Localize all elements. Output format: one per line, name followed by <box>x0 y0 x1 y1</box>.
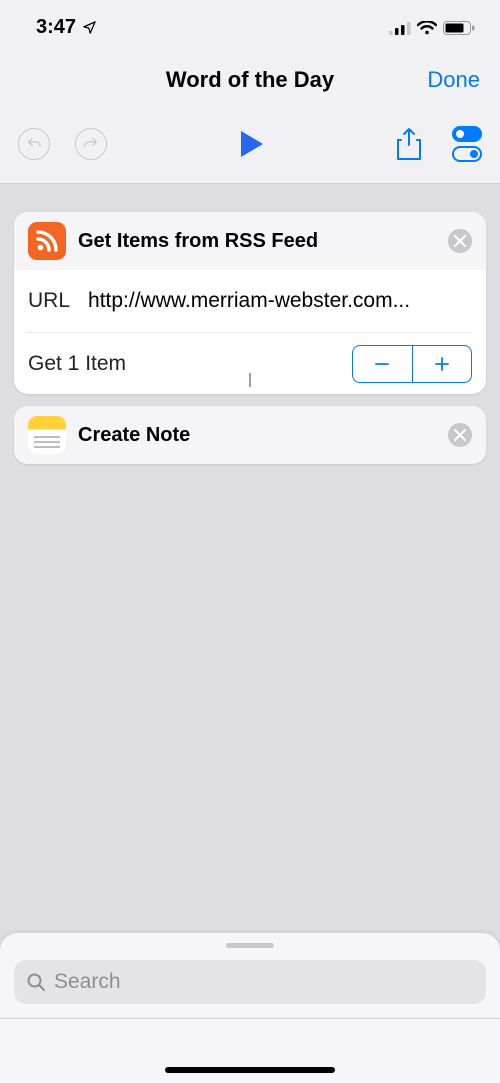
navigation-header: Word of the Day Done <box>0 55 500 105</box>
done-button[interactable]: Done <box>427 67 480 93</box>
item-count-stepper <box>352 345 472 383</box>
search-placeholder: Search <box>54 970 121 994</box>
action-rss-card[interactable]: Get Items from RSS Feed URL http://www.m… <box>14 212 486 394</box>
action-create-note-header: Create Note <box>14 406 486 464</box>
url-row[interactable]: URL http://www.merriam-webster.com... <box>28 270 472 332</box>
search-icon <box>26 972 46 992</box>
action-rss-title: Get Items from RSS Feed <box>78 230 436 253</box>
action-create-note-card[interactable]: Create Note <box>14 406 486 464</box>
toggle-icon-top <box>452 126 482 142</box>
sheet-divider <box>0 1018 500 1019</box>
notes-icon <box>28 416 66 454</box>
settings-button[interactable] <box>452 126 482 162</box>
workflow-canvas[interactable]: Get Items from RSS Feed URL http://www.m… <box>0 183 500 963</box>
toggle-icon-bottom <box>452 146 482 162</box>
action-create-note-title: Create Note <box>78 424 436 447</box>
cellular-icon <box>389 21 411 35</box>
page-title: Word of the Day <box>166 67 334 93</box>
search-input[interactable]: Search <box>14 960 486 1004</box>
sheet-grabber[interactable] <box>226 943 274 948</box>
actions-sheet[interactable]: Search <box>0 933 500 1083</box>
share-button[interactable] <box>396 127 422 161</box>
stepper-plus-button[interactable] <box>412 346 472 382</box>
item-count-label: Get 1 Item <box>28 352 334 376</box>
toolbar-right <box>396 126 482 162</box>
action-rss-header: Get Items from RSS Feed <box>14 212 486 270</box>
url-value: http://www.merriam-webster.com... <box>88 289 472 313</box>
rss-icon <box>28 222 66 260</box>
editor-toolbar <box>0 105 500 183</box>
stepper-minus-button[interactable] <box>353 346 412 382</box>
status-bar: 3:47 <box>0 0 500 55</box>
delete-create-note-button[interactable] <box>448 423 472 447</box>
home-indicator[interactable] <box>165 1067 335 1073</box>
status-left: 3:47 <box>36 16 97 39</box>
battery-icon <box>443 21 475 35</box>
location-icon <box>82 20 97 35</box>
delete-rss-button[interactable] <box>448 229 472 253</box>
wifi-icon <box>417 21 437 35</box>
undo-button[interactable] <box>18 128 50 160</box>
url-label: URL <box>28 289 70 313</box>
history-controls <box>18 128 107 160</box>
run-button[interactable] <box>239 129 265 159</box>
status-right <box>389 21 475 35</box>
run-area <box>125 129 378 159</box>
clock: 3:47 <box>36 16 76 39</box>
action-connector <box>249 373 251 387</box>
redo-button[interactable] <box>75 128 107 160</box>
